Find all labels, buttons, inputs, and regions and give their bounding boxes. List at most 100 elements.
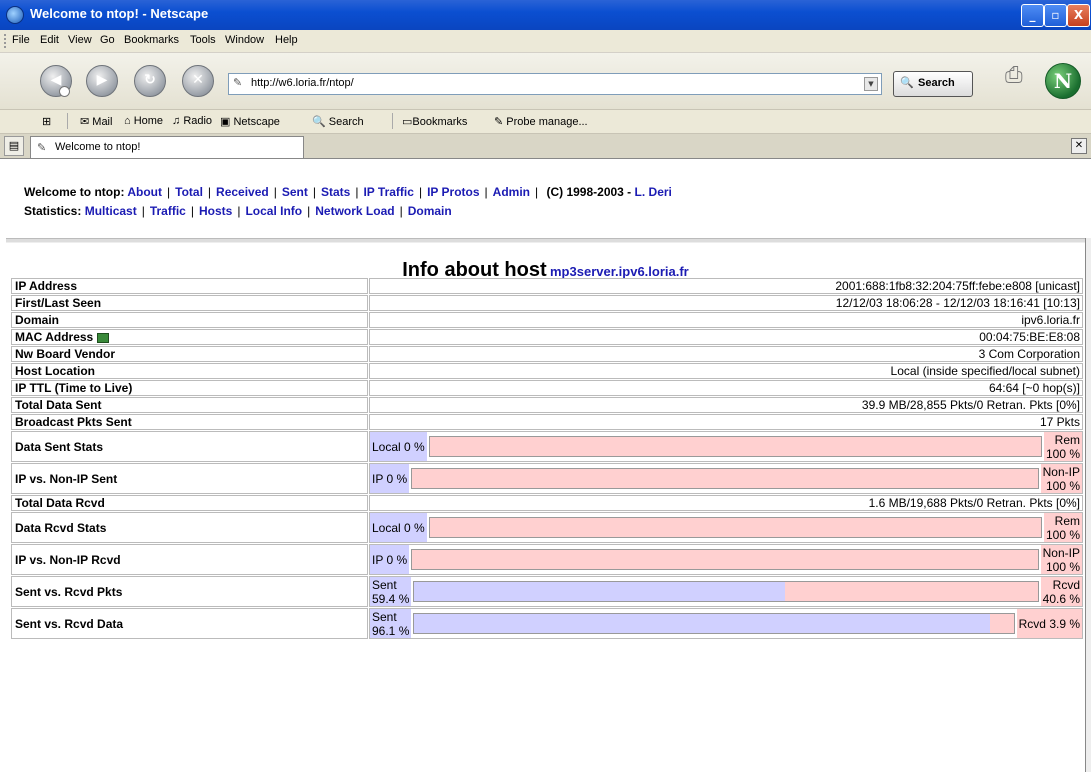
url-text[interactable]: http://w6.loria.fr/ntop/ (251, 77, 354, 89)
navigation-toolbar: ◀ ▶ ↻ ✕ ✎ http://w6.loria.fr/ntop/ ▼ 🔍 S… (0, 53, 1091, 110)
link-ip-protos[interactable]: IP Protos (427, 185, 479, 199)
link-author[interactable]: L. Deri (635, 185, 672, 199)
table-row: IP TTL (Time to Live) 64:64 [~0 hop(s)] (11, 380, 1083, 396)
bar-track (413, 613, 1015, 634)
url-bar[interactable]: ✎ http://w6.loria.fr/ntop/ ▼ (228, 73, 882, 95)
percentage-bar: Sent 96.1 % Rcvd 3.9 % (370, 609, 1082, 638)
toolbar-search[interactable]: 🔍 Search (312, 115, 364, 128)
row-value: 2001:688:1fb8:32:204:75ff:febe:e808 [uni… (369, 278, 1083, 294)
toolbar-grip[interactable] (4, 34, 9, 48)
host-info-table: IP Address 2001:688:1fb8:32:204:75ff:febe… (10, 277, 1084, 640)
tab-bar: ▤ ✎ Welcome to ntop! ✕ (0, 134, 1091, 159)
row-value: 64:64 [~0 hop(s)] (369, 380, 1083, 396)
row-label: IP Address (11, 278, 368, 294)
row-label: IP vs. Non-IP Rcvd (11, 544, 368, 575)
percentage-bar-cell: Sent 59.4 % Rcvd 40.6 % (369, 576, 1083, 607)
row-value: 3 Com Corporation (369, 346, 1083, 362)
toolbar-home[interactable]: ⌂ Home (124, 115, 163, 127)
percentage-bar: IP 0 % Non-IP 100 % (370, 545, 1082, 574)
netscape-logo[interactable]: N (1045, 63, 1081, 99)
back-button[interactable]: ◀ (40, 65, 72, 97)
menu-help[interactable]: Help (275, 34, 298, 46)
forward-button[interactable]: ▶ (86, 65, 118, 97)
maximize-button[interactable]: ▫ (1044, 4, 1067, 27)
link-about[interactable]: About (127, 185, 162, 199)
bar-fill-b (429, 437, 1041, 456)
link-hosts[interactable]: Hosts (199, 204, 232, 218)
percentage-bar-cell: Sent 96.1 % Rcvd 3.9 % (369, 608, 1083, 639)
vertical-scrollbar[interactable] (1085, 238, 1091, 772)
toolbar-separator (392, 113, 393, 129)
link-stats[interactable]: Stats (321, 185, 350, 199)
row-label: Sent vs. Rcvd Data (11, 608, 368, 639)
minimize-button[interactable]: _ (1021, 4, 1044, 27)
toolbar-mail[interactable]: ✉ Mail (80, 115, 112, 128)
row-value: 17 Pkts (369, 414, 1083, 430)
page-icon: ✎ (233, 76, 243, 89)
page-icon: ✎ (37, 142, 47, 154)
table-row: Nw Board Vendor 3 Com Corporation (11, 346, 1083, 362)
title-bar: Welcome to ntop! - Netscape _ ▫ X (0, 0, 1091, 30)
link-network-load[interactable]: Network Load (315, 204, 394, 218)
percentage-bar-cell: Local 0 % Rem 100 % (369, 431, 1083, 462)
close-window-button[interactable]: X (1067, 4, 1090, 27)
netscape-app-icon (6, 6, 24, 24)
link-multicast[interactable]: Multicast (85, 204, 137, 218)
table-row: IP Address 2001:688:1fb8:32:204:75ff:febe… (11, 278, 1083, 294)
row-label: Domain (11, 312, 368, 328)
link-admin[interactable]: Admin (493, 185, 530, 199)
bar-right-label: Non-IP 100 % (1040, 545, 1082, 574)
bar-track (428, 436, 1042, 457)
bar-fill-b (990, 614, 1014, 633)
bar-fill-b (429, 518, 1041, 537)
table-row: MAC Address 00:04:75:BE:E8:08 (11, 329, 1083, 345)
menu-go[interactable]: Go (100, 34, 115, 46)
table-row: IP vs. Non-IP Sent IP 0 % Non-IP 100 % (11, 463, 1083, 494)
tabs-menu-icon[interactable]: ⊞ (42, 115, 51, 128)
bar-fill-b (412, 469, 1038, 488)
url-history-dropdown-icon[interactable]: ▼ (864, 77, 878, 91)
print-icon[interactable]: ⎙ (1005, 63, 1037, 91)
menu-view[interactable]: View (68, 34, 92, 46)
table-row: Total Data Sent 39.9 MB/28,855 Pkts/0 Ret… (11, 397, 1083, 413)
toolbar-radio[interactable]: ♫ Radio (172, 115, 212, 127)
link-traffic[interactable]: Traffic (150, 204, 186, 218)
row-value: ipv6.loria.fr (369, 312, 1083, 328)
menu-bookmarks[interactable]: Bookmarks (124, 34, 179, 46)
search-button[interactable]: 🔍 Search (893, 71, 973, 97)
percentage-bar-cell: Local 0 % Rem 100 % (369, 512, 1083, 543)
new-tab-icon[interactable]: ▤ (4, 136, 24, 156)
divider (6, 238, 1090, 243)
tab-welcome[interactable]: ✎ Welcome to ntop! (30, 136, 304, 158)
menu-edit[interactable]: Edit (40, 34, 59, 46)
table-row: First/Last Seen 12/12/03 18:06:28 - 12/12… (11, 295, 1083, 311)
toolbar-my-netscape[interactable]: ▣ Netscape (220, 115, 280, 128)
bar-fill-a (414, 582, 785, 601)
link-received[interactable]: Received (216, 185, 269, 199)
link-domain[interactable]: Domain (408, 204, 452, 218)
menu-tools[interactable]: Tools (190, 34, 216, 46)
link-total[interactable]: Total (175, 185, 203, 199)
toolbar-probe-manage[interactable]: ✎ Probe manage... (494, 115, 588, 128)
row-label: IP TTL (Time to Live) (11, 380, 368, 396)
link-ip-traffic[interactable]: IP Traffic (363, 185, 413, 199)
percentage-bar: IP 0 % Non-IP 100 % (370, 464, 1082, 493)
close-tab-icon[interactable]: ✕ (1071, 138, 1087, 154)
menu-file[interactable]: File (12, 34, 30, 46)
row-label: Nw Board Vendor (11, 346, 368, 362)
menu-window[interactable]: Window (225, 34, 264, 46)
table-row: Data Sent Stats Local 0 % Rem 100 % (11, 431, 1083, 462)
bar-left-label: IP 0 % (370, 545, 410, 574)
bar-left-label: Local 0 % (370, 432, 427, 461)
link-sent[interactable]: Sent (282, 185, 308, 199)
row-label: Sent vs. Rcvd Pkts (11, 576, 368, 607)
link-local-info[interactable]: Local Info (245, 204, 302, 218)
table-row: Domain ipv6.loria.fr (11, 312, 1083, 328)
back-dropdown-icon[interactable] (59, 86, 70, 97)
stop-button[interactable]: ✕ (182, 65, 214, 97)
bar-track (413, 581, 1039, 602)
toolbar-bookmarks[interactable]: ▭Bookmarks (402, 115, 467, 128)
table-row: Sent vs. Rcvd Data Sent 96.1 % Rcvd 3.9 … (11, 608, 1083, 639)
bar-left-label: Sent 96.1 % (370, 609, 412, 638)
reload-button[interactable]: ↻ (134, 65, 166, 97)
